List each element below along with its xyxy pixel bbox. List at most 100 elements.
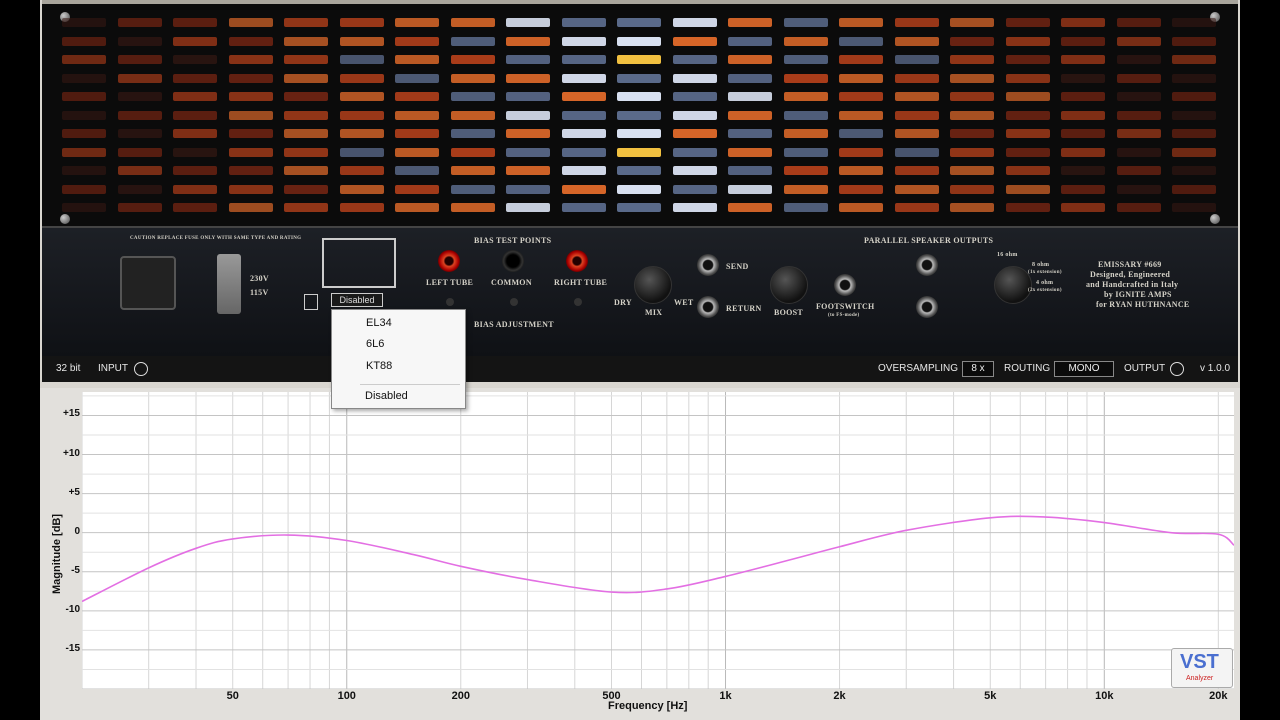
- grille-slot: [339, 92, 384, 101]
- ohm-4-label: 4 ohm: [1036, 280, 1054, 286]
- power-socket[interactable]: [120, 256, 176, 310]
- left-tube-jack[interactable]: [438, 250, 460, 272]
- menu-item-el34[interactable]: EL34: [332, 313, 465, 333]
- grille-slot: [173, 73, 217, 83]
- grille-slot: [1061, 110, 1105, 120]
- grille-slot: [561, 36, 606, 46]
- bit-depth: 32 bit: [56, 363, 81, 374]
- menu-item-kt88[interactable]: KT88: [332, 356, 465, 376]
- footswitch-jack[interactable]: [834, 274, 856, 296]
- x-tick-label: 5k: [984, 690, 997, 702]
- grille-slot: [173, 55, 217, 64]
- grille-slot: [450, 36, 495, 46]
- speaker-out-1[interactable]: [916, 254, 938, 276]
- send-jack[interactable]: [697, 254, 719, 276]
- grille-slot: [1005, 73, 1050, 83]
- grille-slot: [561, 55, 606, 64]
- grille-slot: [450, 73, 495, 83]
- menu-item-6l6[interactable]: 6L6: [332, 334, 465, 354]
- credits-line-2: Designed, Engineered: [1090, 270, 1171, 279]
- grille-slot: [506, 129, 550, 138]
- voltage-switch[interactable]: [217, 254, 241, 314]
- x-tick-label: 1k: [719, 690, 732, 702]
- grille-slot: [339, 203, 384, 212]
- grille-slot: [728, 55, 772, 64]
- grille-slot: [395, 203, 439, 212]
- grille-slot: [284, 110, 328, 120]
- grille-slot: [117, 184, 162, 194]
- common-jack[interactable]: [502, 250, 524, 272]
- grille-slot: [395, 55, 439, 64]
- grille-slot: [1172, 92, 1216, 101]
- grille-slot: [950, 203, 994, 212]
- grille-slot: [783, 129, 828, 138]
- grille-slot: [506, 184, 550, 194]
- grille-slot: [894, 110, 939, 120]
- grille-slot: [339, 73, 384, 83]
- input-power-icon[interactable]: [134, 362, 148, 376]
- grille-slot: [228, 129, 273, 138]
- grille-slot: [450, 147, 495, 157]
- grille-slot: [894, 18, 939, 27]
- grille-slot: [228, 184, 273, 194]
- bias-adjustment-label: BIAS ADJUSTMENT: [474, 320, 554, 329]
- grille-slot: [728, 147, 772, 157]
- grille-slot: [339, 110, 384, 120]
- grille-slot: [117, 203, 162, 212]
- bias-pot-left[interactable]: [446, 298, 454, 306]
- grille-slot: [950, 36, 994, 46]
- send-label: SEND: [726, 262, 749, 271]
- vst-analyzer-badge: VST Analyzer: [1171, 648, 1233, 688]
- right-tube-jack[interactable]: [566, 250, 588, 272]
- grille-slot: [450, 18, 495, 27]
- grille-slot: [228, 73, 273, 83]
- amp-back-panel: CAUTION REPLACE FUSE ONLY WITH SAME TYPE…: [42, 226, 1238, 356]
- menu-item-disabled[interactable]: Disabled: [332, 386, 465, 406]
- grille-slot: [728, 166, 772, 175]
- tube-type-select[interactable]: Disabled: [331, 293, 383, 307]
- grille-slot: [839, 73, 883, 83]
- grille-slot: [839, 110, 883, 120]
- grille-slot: [728, 110, 772, 120]
- grille-slot: [950, 166, 994, 175]
- grille-slot: [783, 184, 828, 194]
- output-power-icon[interactable]: [1170, 362, 1184, 376]
- grille-slot: [894, 55, 939, 64]
- mix-knob[interactable]: [634, 266, 672, 304]
- footswitch-sub-label: (to FS-mode): [828, 313, 860, 318]
- x-tick-label: 10k: [1095, 690, 1114, 702]
- speaker-out-2[interactable]: [916, 296, 938, 318]
- grille-slot: [1005, 92, 1050, 101]
- grille-slot: [450, 55, 495, 64]
- grille-slot: [1172, 73, 1216, 83]
- grille-slot: [395, 18, 439, 27]
- ohm-8-label: 8 ohm: [1032, 262, 1050, 268]
- screw-icon: [60, 214, 70, 224]
- amp-grille: [42, 0, 1238, 230]
- grille-slot: [1116, 73, 1161, 83]
- grille-slot: [228, 18, 273, 27]
- return-jack[interactable]: [697, 296, 719, 318]
- grille-slot: [894, 129, 939, 138]
- bias-pot-common[interactable]: [510, 298, 518, 306]
- y-tick-label: +15: [63, 408, 80, 420]
- grille-slot: [506, 36, 550, 46]
- grille-slot: [450, 92, 495, 101]
- bias-pot-right[interactable]: [574, 298, 582, 306]
- grille-slot: [173, 166, 217, 175]
- grille-slot: [284, 184, 328, 194]
- x-tick-label: 200: [451, 690, 470, 702]
- routing-select[interactable]: MONO: [1054, 361, 1114, 377]
- grille-slot: [1061, 36, 1105, 46]
- vst-badge-text: VST: [1180, 651, 1219, 673]
- impedance-selector[interactable]: [994, 266, 1032, 304]
- grille-slot: [672, 129, 717, 138]
- grille-slot: [1116, 147, 1161, 157]
- oversampling-select[interactable]: 8 x: [962, 361, 994, 377]
- y-tick-label: +10: [63, 447, 80, 459]
- grille-slot: [617, 203, 661, 212]
- boost-knob[interactable]: [770, 266, 808, 304]
- grille-slot: [617, 18, 661, 27]
- grille-slot: [839, 147, 883, 157]
- grille-slot: [173, 110, 217, 120]
